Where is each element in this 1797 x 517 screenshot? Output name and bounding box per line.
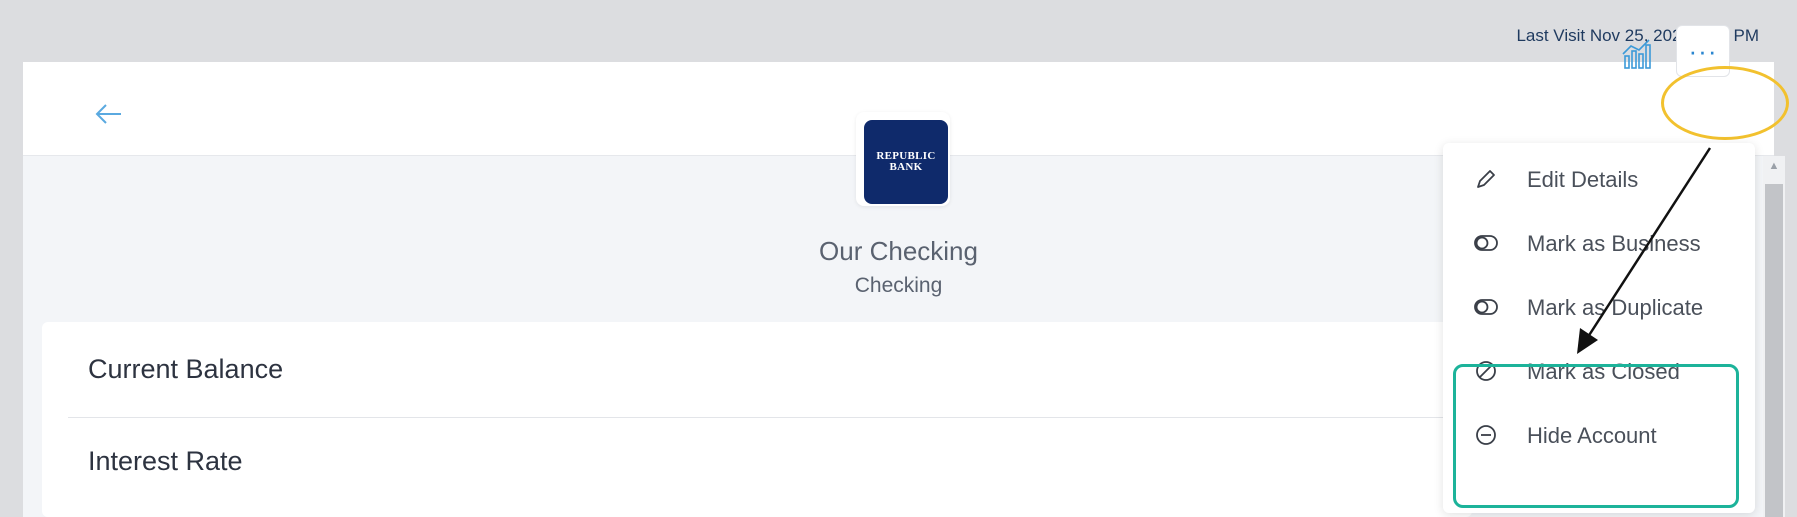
bank-logo: REPUBLIC BANK bbox=[864, 120, 948, 204]
back-button[interactable] bbox=[89, 94, 129, 134]
toggle-icon bbox=[1474, 235, 1498, 251]
detail-row-current-balance: Current Balance bbox=[42, 322, 1472, 412]
menu-item-label: Mark as Duplicate bbox=[1527, 295, 1704, 320]
scrollbar[interactable]: ▲ bbox=[1763, 156, 1785, 517]
toggle-icon bbox=[1474, 299, 1498, 315]
scroll-thumb[interactable] bbox=[1765, 184, 1783, 517]
arrow-left-icon bbox=[95, 104, 121, 124]
highlight-box-annotation bbox=[1453, 364, 1739, 508]
analytics-button[interactable] bbox=[1619, 36, 1659, 70]
details-card: Current Balance Interest Rate bbox=[42, 322, 1472, 517]
highlight-ellipse-annotation bbox=[1661, 66, 1789, 140]
detail-label: Interest Rate bbox=[88, 446, 243, 476]
scroll-up-arrow-icon[interactable]: ▲ bbox=[1763, 156, 1785, 176]
menu-item-mark-as-duplicate[interactable]: Mark as Duplicate bbox=[1443, 277, 1755, 337]
pencil-icon bbox=[1477, 170, 1495, 188]
menu-item-label: Edit Details bbox=[1527, 167, 1639, 192]
menu-item-label: Mark as Business bbox=[1527, 231, 1701, 256]
menu-item-mark-as-business[interactable]: Mark as Business bbox=[1443, 213, 1755, 273]
ellipsis-icon: ··· bbox=[1688, 36, 1718, 66]
logo-line-2: BANK bbox=[889, 161, 923, 173]
top-bar: Last Visit Nov 25, 2024 1:21 PM bbox=[0, 0, 1797, 62]
detail-row-interest-rate: Interest Rate bbox=[42, 414, 1472, 504]
detail-label: Current Balance bbox=[88, 354, 284, 384]
bar-chart-icon bbox=[1622, 39, 1651, 69]
menu-item-edit-details[interactable]: Edit Details bbox=[1443, 149, 1755, 209]
bank-logo-card: REPUBLIC BANK bbox=[856, 112, 950, 206]
